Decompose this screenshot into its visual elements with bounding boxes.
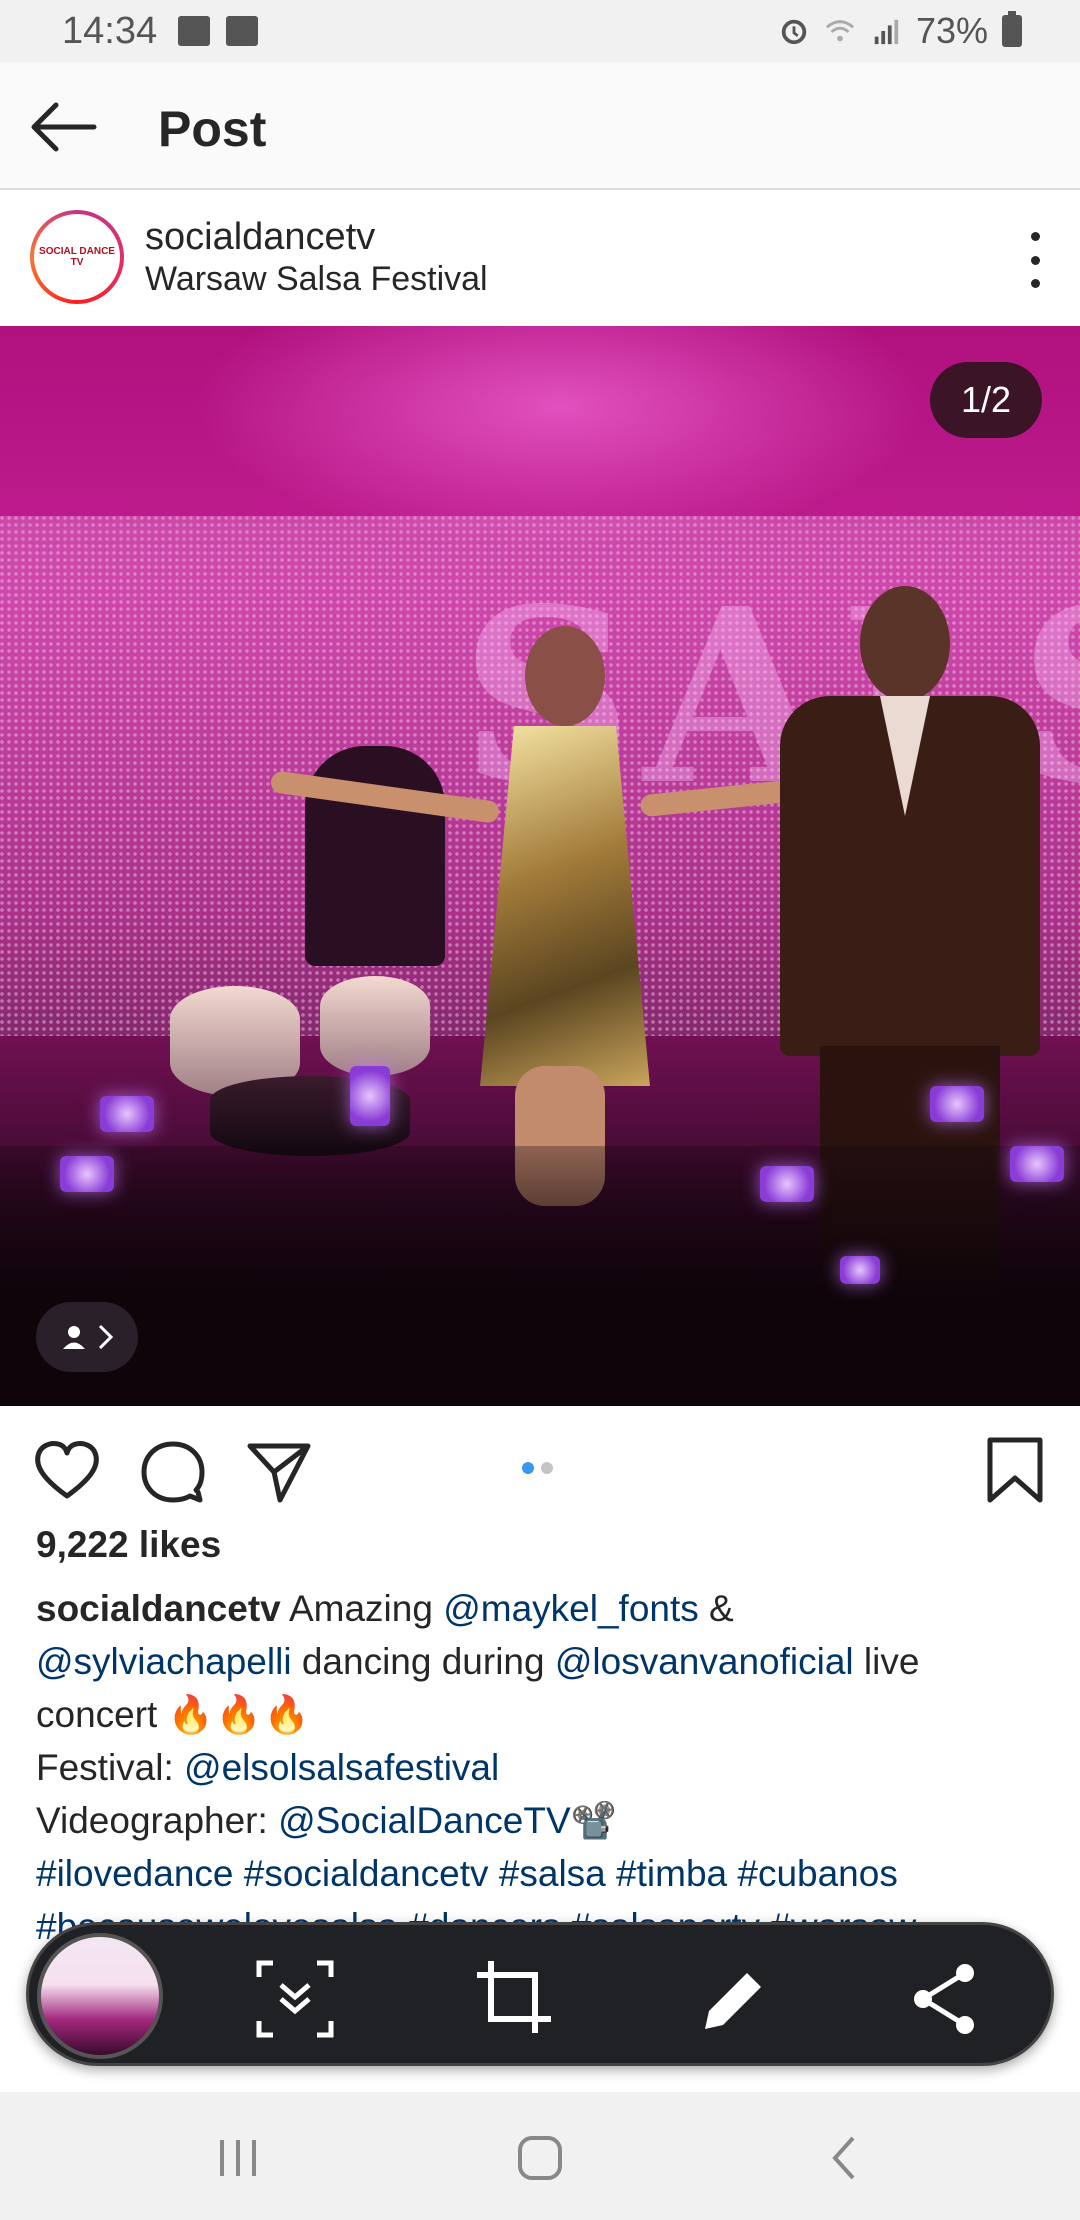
carousel-dot bbox=[541, 1462, 553, 1474]
post-location[interactable]: Warsaw Salsa Festival bbox=[145, 260, 488, 299]
signal-icon bbox=[874, 19, 899, 45]
caption-text: dancing during bbox=[291, 1641, 555, 1682]
drum-kit bbox=[170, 946, 470, 1156]
camera-emoji: 📽️ bbox=[570, 1800, 617, 1841]
carousel-indicator bbox=[522, 1462, 553, 1474]
system-nav-bar bbox=[0, 2092, 1080, 2220]
bookmark-icon[interactable] bbox=[980, 1436, 1050, 1506]
hashtags[interactable]: #ilovedance #socialdancetv #salsa #timba… bbox=[36, 1853, 898, 1894]
app-header: Post bbox=[0, 62, 1080, 190]
share-icon[interactable] bbox=[244, 1436, 314, 1506]
caption-text: Amazing bbox=[280, 1588, 444, 1629]
alarm-icon bbox=[781, 19, 807, 45]
page-title: Post bbox=[158, 101, 267, 157]
home-icon[interactable] bbox=[510, 2128, 570, 2188]
media-counter: 1/2 bbox=[930, 362, 1042, 438]
post-username[interactable]: socialdancetv bbox=[145, 216, 375, 259]
mention-link[interactable]: @maykel_fonts bbox=[443, 1588, 699, 1629]
person-icon bbox=[63, 1326, 85, 1349]
scroll-capture-icon[interactable] bbox=[251, 1955, 339, 2043]
crowd bbox=[0, 1146, 1080, 1406]
post-media[interactable]: SALSA 1/2 bbox=[0, 326, 1080, 1406]
arrow-left-icon[interactable] bbox=[28, 100, 98, 154]
avatar[interactable]: SOCIAL DANCE TV bbox=[30, 210, 124, 304]
caption-text: Festival: bbox=[36, 1747, 185, 1788]
battery-icon bbox=[1002, 11, 1022, 47]
mention-link[interactable]: @SocialDanceTV bbox=[278, 1800, 571, 1841]
back-icon[interactable] bbox=[815, 2128, 875, 2188]
share-icon[interactable] bbox=[901, 1955, 989, 2043]
caption-text: & bbox=[698, 1588, 734, 1629]
chevron-right-icon bbox=[98, 1324, 114, 1350]
caption-text: Videographer: bbox=[36, 1800, 279, 1841]
comment-icon[interactable] bbox=[138, 1436, 208, 1506]
caption-username[interactable]: socialdancetv bbox=[36, 1588, 281, 1629]
fire-emoji: 🔥🔥🔥 bbox=[167, 1694, 312, 1735]
screenshot-toolbar bbox=[26, 1922, 1054, 2066]
likes-count[interactable]: 9,222 likes bbox=[36, 1524, 221, 1566]
mention-link[interactable]: @sylviachapelli bbox=[36, 1641, 292, 1682]
mention-link[interactable]: @losvanvanoficial bbox=[555, 1641, 854, 1682]
image-icon bbox=[178, 16, 210, 46]
mention-link[interactable]: @elsolsalsafestival bbox=[184, 1747, 499, 1788]
edit-icon[interactable] bbox=[691, 1955, 779, 2043]
post-caption: socialdancetv Amazing @maykel_fonts & @s… bbox=[36, 1582, 1046, 1953]
mail-icon bbox=[226, 16, 258, 46]
battery-percent: 73% bbox=[915, 10, 988, 51]
heart-icon[interactable] bbox=[32, 1436, 102, 1506]
status-bar: 14:34 73% bbox=[0, 0, 1080, 62]
post-header: SOCIAL DANCE TV socialdancetv Warsaw Sal… bbox=[0, 192, 1080, 326]
post-actions bbox=[0, 1406, 1080, 1536]
crop-icon[interactable] bbox=[471, 1955, 559, 2043]
more-options-icon[interactable] bbox=[1020, 232, 1050, 288]
tagged-people-button[interactable] bbox=[36, 1302, 138, 1372]
carousel-dot-active bbox=[522, 1462, 534, 1474]
wifi-icon bbox=[825, 20, 854, 42]
status-time: 14:34 bbox=[62, 10, 158, 52]
avatar-logo: SOCIAL DANCE TV bbox=[34, 214, 120, 300]
recents-icon[interactable] bbox=[208, 2128, 268, 2188]
dancer-female bbox=[470, 626, 660, 1206]
screenshot-thumbnail[interactable] bbox=[37, 1933, 163, 2059]
